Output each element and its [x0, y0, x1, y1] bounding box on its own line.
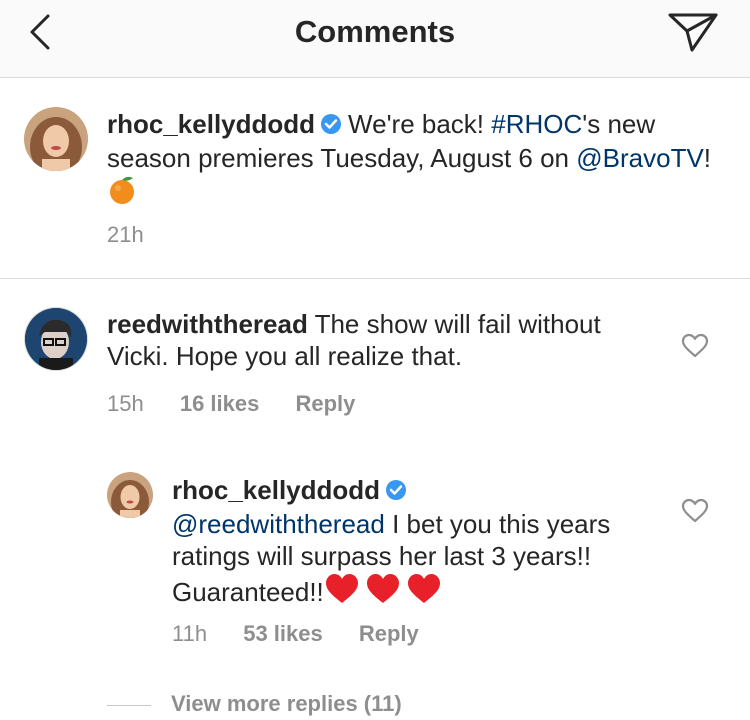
reply-meta: 11h 53 likes Reply	[172, 621, 449, 647]
avatar[interactable]	[24, 107, 88, 171]
tangerine-emoji-icon	[107, 174, 137, 213]
caption-timestamp: 21h	[107, 222, 144, 247]
paper-plane-icon	[668, 13, 718, 52]
heart-icon	[681, 333, 709, 358]
mention-link[interactable]: @BravoTV	[576, 143, 704, 173]
avatar[interactable]	[107, 472, 153, 518]
heart-icon	[681, 498, 709, 523]
reply-text: rhoc_kellyddodd @reedwiththeread I bet yo…	[172, 474, 650, 613]
reply-button[interactable]: Reply	[295, 391, 355, 416]
reply-likes[interactable]: 53 likes	[243, 621, 323, 646]
caption-text: rhoc_kellyddodd We're back! #RHOC's new s…	[107, 108, 717, 213]
page-title: Comments	[294, 14, 456, 49]
verified-badge-icon	[320, 110, 342, 142]
red-heart-emoji-icon	[324, 572, 442, 613]
caption-username[interactable]: rhoc_kellyddodd	[107, 109, 315, 139]
share-button[interactable]	[668, 10, 718, 54]
comment-timestamp: 15h	[107, 391, 144, 416]
reply-button[interactable]: Reply	[359, 621, 419, 646]
like-comment-button[interactable]	[681, 333, 709, 359]
view-more-replies-button[interactable]: View more replies (11)	[171, 691, 402, 717]
reply-timestamp: 11h	[172, 621, 208, 646]
like-reply-button[interactable]	[681, 498, 709, 524]
divider	[0, 278, 750, 279]
caption-meta: 21h	[107, 222, 174, 248]
header-bar: Comments	[0, 0, 750, 78]
avatar[interactable]	[24, 307, 88, 371]
comment-likes[interactable]: 16 likes	[180, 391, 260, 416]
comment-username[interactable]: reedwiththeread	[107, 309, 308, 339]
reply-username[interactable]: rhoc_kellyddodd	[172, 475, 380, 505]
comment-text: reedwiththeread The show will fail witho…	[107, 308, 647, 372]
hashtag-link[interactable]: #RHOC	[491, 109, 582, 139]
verified-badge-icon	[385, 476, 407, 508]
comment-meta: 15h 16 likes Reply	[107, 391, 385, 417]
divider	[107, 705, 151, 706]
mention-link[interactable]: @reedwiththeread	[172, 509, 385, 539]
